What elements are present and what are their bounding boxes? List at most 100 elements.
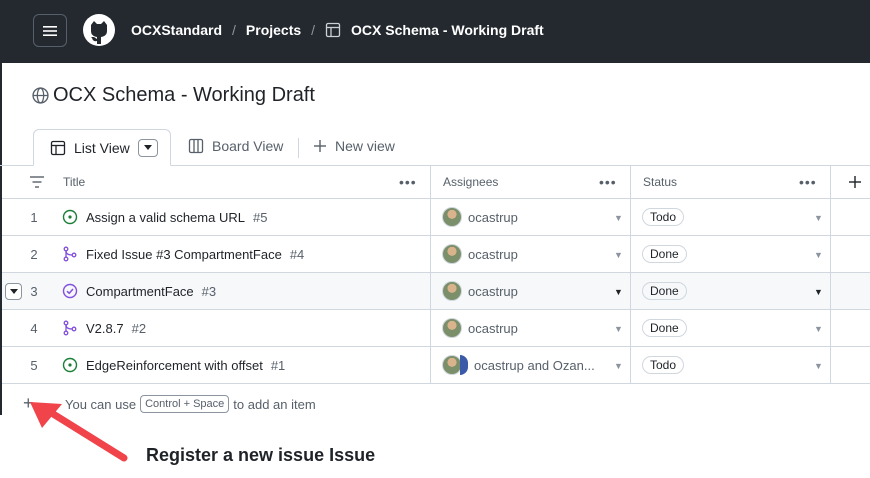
table-icon (325, 22, 341, 38)
breadcrumb-project[interactable]: OCX Schema - Working Draft (351, 22, 544, 38)
table-row[interactable]: 5 EdgeReinforcement with offset #1 ocastrup… (2, 347, 870, 384)
row-number: 3 (30, 283, 38, 299)
avatar (442, 207, 462, 227)
github-logo-icon[interactable] (82, 13, 116, 47)
project-table: Title ••• Assignees ••• Status ••• 1 Assi… (2, 166, 870, 384)
avatar (442, 355, 462, 375)
table-icon (50, 140, 66, 155)
item-title-cell[interactable]: CompartmentFace #3 (62, 273, 422, 309)
column-menu-assignees-icon[interactable]: ••• (599, 174, 617, 190)
issue-open-icon (62, 209, 78, 225)
table-row[interactable]: 3 CompartmentFace #3 ocastrup ▼ Done ▼ (2, 273, 870, 310)
item-title-cell[interactable]: Fixed Issue #3 CompartmentFace #4 (62, 236, 422, 272)
tab-divider (298, 138, 299, 158)
item-number: #3 (201, 283, 217, 299)
tab-list-view-label: List View (74, 139, 130, 156)
tab-list-view[interactable]: List View (33, 129, 171, 166)
globe-icon (32, 87, 49, 104)
item-number: #2 (131, 320, 147, 336)
board-icon (188, 138, 204, 154)
column-header-status[interactable]: Status (643, 166, 677, 198)
red-arrow-annotation-icon (30, 402, 128, 462)
item-title-cell[interactable]: Assign a valid schema URL #5 (62, 199, 422, 235)
status-badge: Todo (642, 208, 685, 226)
breadcrumb-projects[interactable]: Projects (246, 22, 301, 38)
assignee-dropdown-icon[interactable]: ▼ (614, 287, 623, 297)
avatar (442, 281, 462, 301)
top-navigation-bar: OCXStandard / Projects / OCX Schema - Wo… (0, 0, 870, 63)
status-cell[interactable]: Todo (642, 199, 822, 235)
row-expand-button[interactable] (5, 283, 22, 300)
new-view-button[interactable]: New view (313, 138, 395, 154)
pull-request-merged-icon (62, 320, 78, 336)
row-number: 4 (30, 320, 38, 336)
row-number: 1 (30, 209, 38, 225)
breadcrumb: OCXStandard / Projects / OCX Schema - Wo… (131, 22, 544, 38)
item-number: #1 (270, 357, 286, 373)
assignee-dropdown-icon[interactable]: ▼ (614, 250, 623, 260)
status-cell[interactable]: Done (642, 236, 822, 272)
view-options-button[interactable] (137, 138, 158, 157)
item-title[interactable]: Assign a valid schema URL (86, 210, 245, 225)
status-cell[interactable]: Done (642, 310, 822, 346)
assignee-dropdown-icon[interactable]: ▼ (614, 213, 623, 223)
column-header-title[interactable]: Title (63, 166, 85, 198)
item-title[interactable]: Fixed Issue #3 CompartmentFace (86, 247, 282, 262)
issue-open-icon (62, 357, 78, 373)
filter-icon[interactable] (29, 166, 45, 198)
page-title-text: OCX Schema - Working Draft (53, 84, 315, 106)
row-number: 2 (30, 246, 38, 262)
column-menu-title-icon[interactable]: ••• (399, 174, 417, 190)
column-menu-status-icon[interactable]: ••• (799, 174, 817, 190)
assignee-cell[interactable]: ocastrup and Ozan... (442, 347, 622, 383)
assignee-cell[interactable]: ocastrup (442, 199, 622, 235)
triangle-down-icon (9, 288, 18, 294)
assignee-name: ocastrup and Ozan... (474, 357, 595, 373)
add-field-button[interactable] (848, 166, 862, 198)
table-row[interactable]: 2 Fixed Issue #3 CompartmentFace #4 ocastru… (2, 236, 870, 273)
assignee-cell[interactable]: ocastrup (442, 236, 622, 272)
status-badge: Done (642, 282, 687, 300)
hamburger-icon (43, 25, 57, 36)
item-number: #5 (252, 209, 268, 225)
tab-board-view-label: Board View (212, 138, 284, 154)
triangle-down-icon (143, 144, 152, 150)
row-number: 5 (30, 357, 38, 373)
assignee-name: ocastrup (468, 209, 518, 225)
assignee-cell[interactable]: ocastrup (442, 273, 622, 309)
table-row[interactable]: 4 V2.8.7 #2 ocastrup ▼ Done ▼ (2, 310, 870, 347)
add-item-suffix: to add an item (233, 396, 316, 412)
item-title-cell[interactable]: EdgeReinforcement with offset #1 (62, 347, 422, 383)
plus-icon (314, 140, 326, 152)
new-view-label: New view (335, 138, 395, 154)
status-cell[interactable]: Done (642, 273, 822, 309)
item-title[interactable]: V2.8.7 (86, 321, 124, 336)
breadcrumb-org[interactable]: OCXStandard (131, 22, 222, 38)
item-title[interactable]: CompartmentFace (86, 284, 194, 299)
table-row[interactable]: 1 Assign a valid schema URL #5 ocastrup ▼ Tod… (2, 199, 870, 236)
plus-icon (849, 176, 861, 188)
shortcut-key: Control + Space (140, 395, 230, 413)
tab-board-view[interactable]: Board View (188, 138, 283, 154)
issue-closed-icon (62, 283, 78, 299)
pull-request-merged-icon (62, 246, 78, 262)
assignee-name: ocastrup (468, 246, 518, 262)
status-dropdown-icon[interactable]: ▼ (814, 287, 823, 297)
assignee-dropdown-icon[interactable]: ▼ (614, 361, 623, 371)
annotation-text: Register a new issue Issue (146, 445, 376, 465)
status-dropdown-icon[interactable]: ▼ (814, 213, 823, 223)
status-cell[interactable]: Todo (642, 347, 822, 383)
item-title[interactable]: EdgeReinforcement with offset (86, 358, 263, 373)
status-dropdown-icon[interactable]: ▼ (814, 324, 823, 334)
item-number: #4 (289, 246, 305, 262)
assignee-dropdown-icon[interactable]: ▼ (614, 324, 623, 334)
status-dropdown-icon[interactable]: ▼ (814, 250, 823, 260)
status-badge: Done (642, 319, 687, 337)
item-title-cell[interactable]: V2.8.7 #2 (62, 310, 422, 346)
column-header-assignees[interactable]: Assignees (443, 166, 498, 198)
menu-button[interactable] (33, 14, 67, 47)
status-dropdown-icon[interactable]: ▼ (814, 361, 823, 371)
avatar (442, 244, 462, 264)
table-header: Title ••• Assignees ••• Status ••• (2, 166, 870, 199)
assignee-cell[interactable]: ocastrup (442, 310, 622, 346)
